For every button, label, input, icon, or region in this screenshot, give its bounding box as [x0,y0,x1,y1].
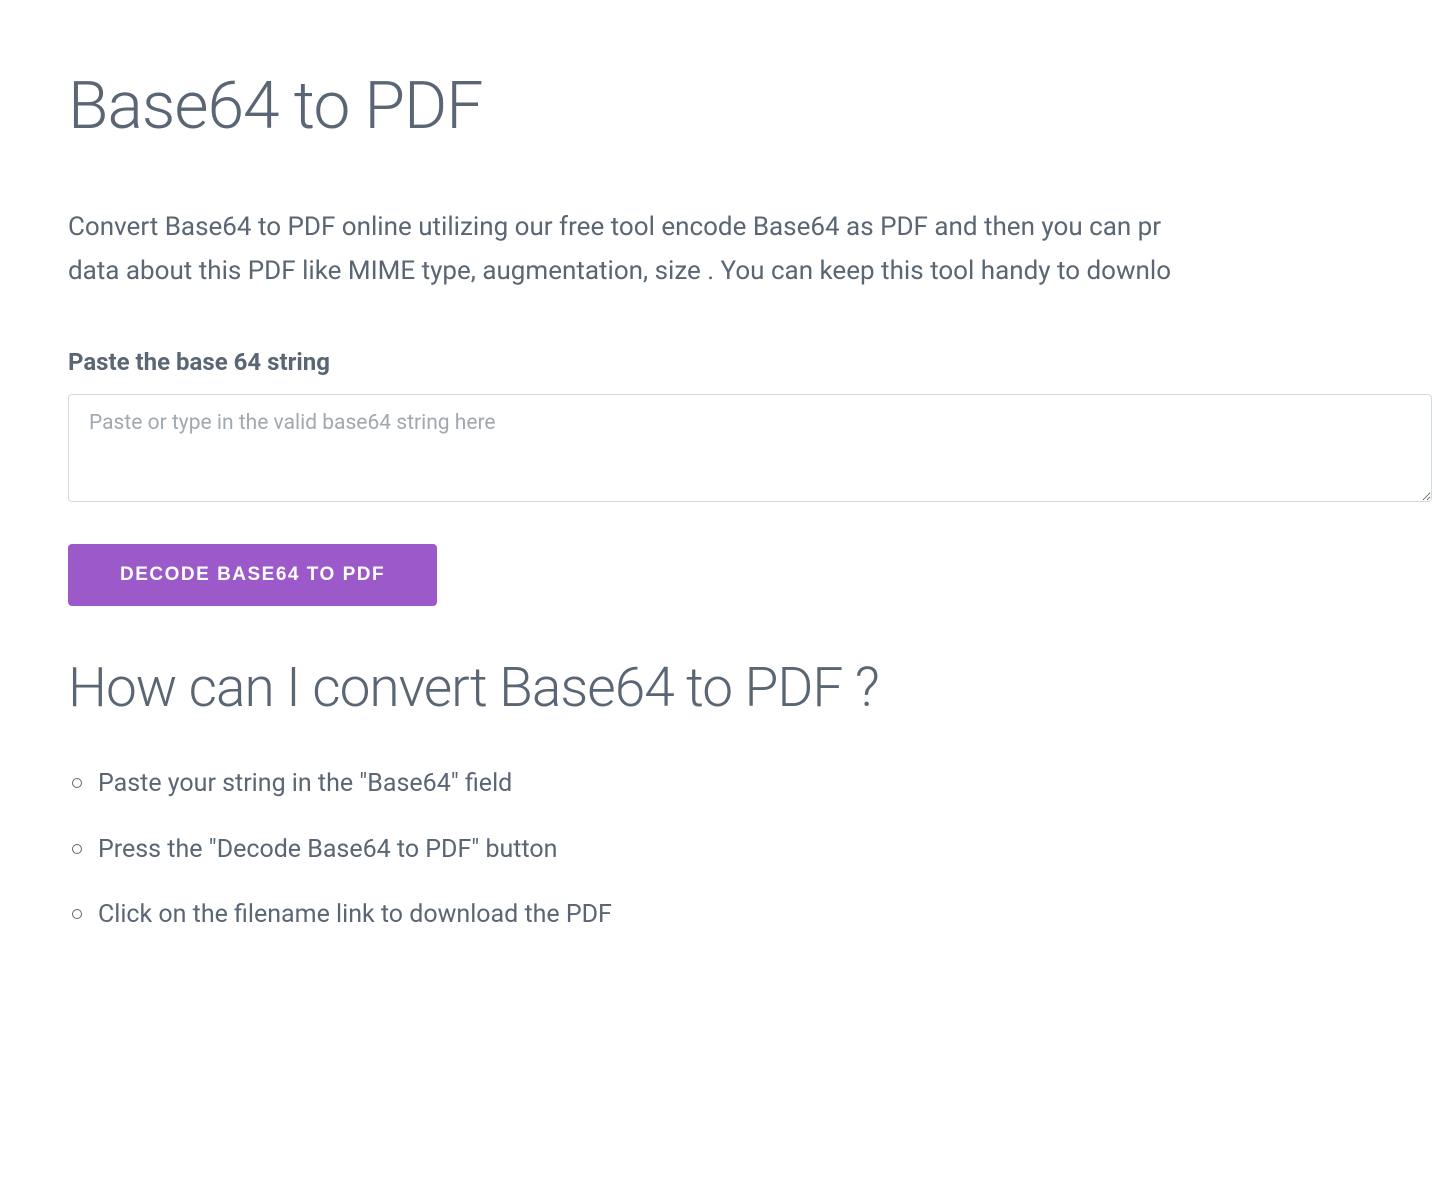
decode-button[interactable]: DECODE BASE64 TO PDF [68,544,437,606]
list-item: Press the "Decode Base64 to PDF" button [72,831,1432,869]
howto-steps-list: Paste your string in the "Base64" field … [68,765,1432,934]
list-item: Paste your string in the "Base64" field [72,765,1432,803]
base64-input-label: Paste the base 64 string [68,348,1432,376]
description-text: Convert Base64 to PDF online utilizing o… [68,205,1432,293]
howto-heading: How can I convert Base64 to PDF ? [68,656,1432,720]
description-line-1: Convert Base64 to PDF online utilizing o… [68,212,1161,242]
page-title: Base64 to PDF [68,68,1432,145]
description-line-2: data about this PDF like MIME type, augm… [68,256,1171,286]
base64-input[interactable] [68,394,1432,502]
list-item: Click on the filename link to download t… [72,896,1432,934]
